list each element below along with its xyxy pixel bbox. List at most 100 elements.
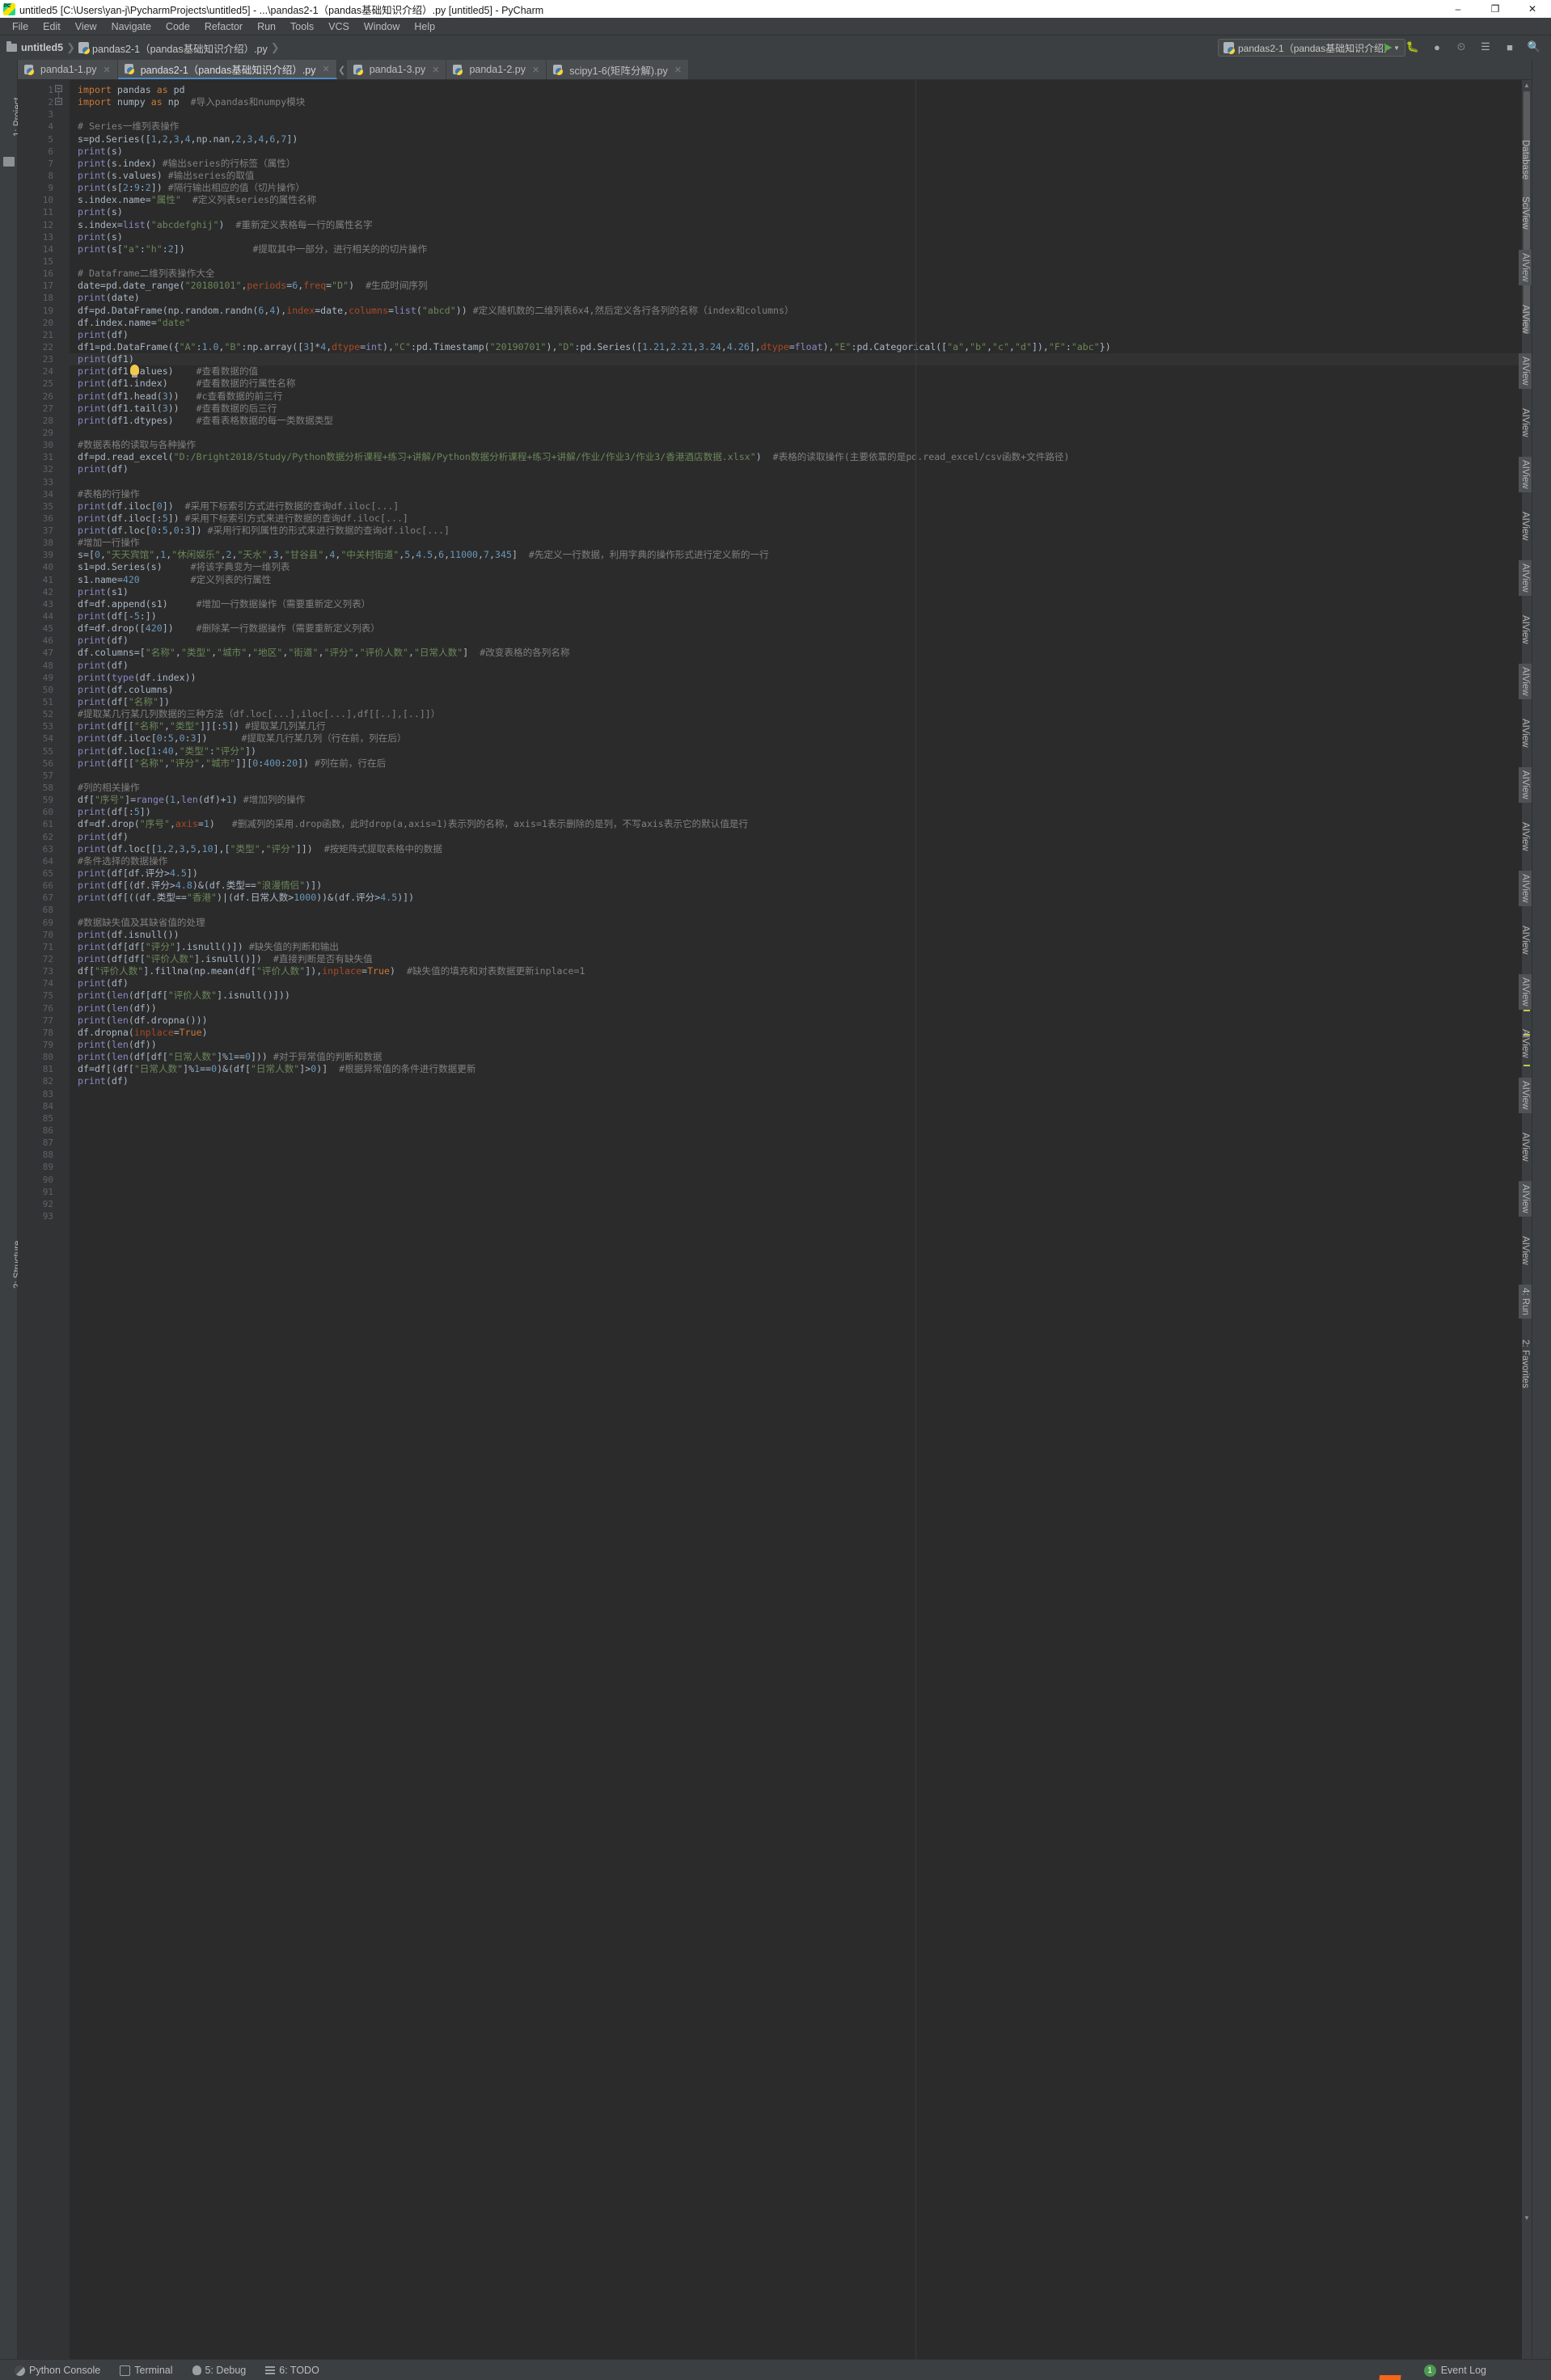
right-tool-aiview[interactable]: AIView [1519,767,1532,803]
code-line[interactable]: print(df1) [70,353,1522,366]
close-icon[interactable]: ✕ [323,64,330,74]
code-line[interactable]: df=pd.read_excel("D:/Bright2018/Study/Py… [70,451,1522,463]
code-line[interactable] [70,255,1522,268]
code-line[interactable]: print(len(df[df["日常人数"]%1==0])) #对于异常值的判… [70,1051,1522,1063]
code-line[interactable] [70,1161,1522,1173]
code-editor[interactable]: − − 1 2 3 4 5 6 7 8 9 10 11 12 13 14 15 16 17 18 19 20 21 22 2… [18,80,1532,2359]
bottom-tab-terminal[interactable]: Terminal [120,2365,173,2376]
right-tool-database[interactable]: Database [1519,137,1532,183]
code-line[interactable]: print(df[:5]) [70,806,1522,818]
menu-item-help[interactable]: Help [407,19,442,34]
code-line[interactable] [70,1198,1522,1210]
code-line[interactable]: df.columns=["名称","类型","城市","地区","街道","评分… [70,647,1522,659]
menu-item-run[interactable]: Run [250,19,283,34]
code-line[interactable]: print(df1.dtypes) #查看表格数据的每一类数据类型 [70,415,1522,427]
search-icon[interactable]: 🔍 [1525,38,1543,56]
code-line[interactable]: s1.name=420 #定义列表的行属性 [70,574,1522,586]
code-line[interactable]: import pandas as pd [70,84,1522,96]
warning-marker[interactable] [1524,1065,1530,1066]
line-number-gutter[interactable]: − − 1 2 3 4 5 6 7 8 9 10 11 12 13 14 15 16 17 18 19 20 21 22 2… [18,80,70,2359]
menu-item-navigate[interactable]: Navigate [104,19,158,34]
code-line[interactable]: print(df[(df.评分>4.8)&(df.类型=="浪漫情侣")]) [70,880,1522,892]
breadcrumb-file[interactable]: pandas2-1（pandas基础知识介绍）.py [92,40,268,56]
bottom-tab-python-console[interactable]: Python Console [15,2365,100,2376]
code-line[interactable]: s.index.name="属性" #定义列表series的属性名称 [70,194,1522,206]
code-line[interactable] [70,1112,1522,1125]
run-button[interactable]: ▶ [1380,38,1397,56]
scroll-up-icon[interactable]: ▲ [1523,82,1531,90]
code-line[interactable]: date=pd.date_range("20180101",periods=6,… [70,280,1522,292]
code-line[interactable] [70,108,1522,120]
menu-item-edit[interactable]: Edit [36,19,68,34]
menu-item-refactor[interactable]: Refactor [197,19,250,34]
code-line[interactable]: s.index=list("abcdefghij") #重新定义表格每一行的属性… [70,219,1522,231]
tab-scroll-left-icon[interactable]: ❮ [337,60,347,79]
code-line[interactable] [70,1174,1522,1186]
code-line[interactable]: df.dropna(inplace=True) [70,1027,1522,1039]
close-icon[interactable]: ✕ [104,65,111,75]
right-tool-aiview[interactable]: AIView [1519,1181,1532,1217]
code-line[interactable]: df=df.drop("序号",axis=1) #删减列的采用.drop函数，此… [70,818,1522,830]
code-line[interactable]: print(df1.index) #查看数据的行属性名称 [70,378,1522,390]
code-line[interactable]: print(df) [70,1075,1522,1087]
code-line[interactable] [70,770,1522,782]
code-line[interactable]: df=pd.DataFrame(np.random.randn(6,4),ind… [70,305,1522,317]
right-tool-aiview[interactable]: AIView [1519,508,1532,544]
bottom-tab-todo[interactable]: 6: TODO [265,2365,319,2376]
code-line[interactable]: print(s.index) #输出series的行标签（属性） [70,158,1522,170]
code-line[interactable]: print(len(df)) [70,1039,1522,1051]
code-line[interactable] [70,1088,1522,1100]
code-line[interactable]: print(len(df)) [70,1002,1522,1015]
close-icon[interactable]: ✕ [532,65,539,75]
code-line[interactable]: df1=pd.DataFrame({"A":1.0,"B":np.array([… [70,341,1522,353]
code-line[interactable]: df=df[(df["日常人数"]%1==0)&(df["日常人数"]>0)] … [70,1063,1522,1075]
scroll-down-icon[interactable]: ▼ [1523,2214,1531,2222]
code-line[interactable]: print(df.columns) [70,684,1522,696]
code-line[interactable]: print(df1.values) #查看数据的值 [70,365,1522,378]
tab-panda1-2[interactable]: panda1-2.py ✕ [446,60,547,79]
code-line[interactable] [70,1100,1522,1112]
code-line[interactable]: df=df.append(s1) #增加一行数据操作（需要重新定义列表） [70,598,1522,610]
right-tool-2-favorites[interactable]: 2: Favorites [1519,1336,1532,1391]
code-line[interactable]: print(df[((df.类型=="香港")|(df.日常人数>1000))&… [70,892,1522,904]
right-tool-4-run[interactable]: 4: Run [1519,1285,1532,1319]
code-line[interactable] [70,476,1522,488]
right-tool-aiview[interactable]: AIView [1519,1233,1532,1268]
code-line[interactable]: #表格的行操作 [70,488,1522,500]
fold-marker-1[interactable]: − [55,85,62,92]
code-line[interactable]: #数据表格的读取与各种操作 [70,439,1522,451]
code-line[interactable]: print(df1.tail(3)) #查看数据的后三行 [70,403,1522,415]
run-coverage-button[interactable]: ● [1428,38,1446,56]
debug-button[interactable]: 🐛 [1404,38,1422,56]
code-line[interactable]: print(s["a":"h":2]) #提取其中一部分，进行相关的的切片操作 [70,243,1522,255]
intention-bulb-icon[interactable] [130,365,139,378]
code-line[interactable]: print(df[df.评分>4.5]) [70,867,1522,880]
code-line[interactable]: print(s) [70,231,1522,243]
code-line[interactable]: print(len(df[df["评价人数"].isnull()])) [70,990,1522,1002]
tab-panda1-3[interactable]: panda1-3.py ✕ [346,60,447,79]
menu-item-window[interactable]: Window [357,19,407,34]
menu-item-tools[interactable]: Tools [283,19,321,34]
code-line[interactable]: print(df) [70,660,1522,672]
code-line[interactable]: # Series一维列表操作 [70,120,1522,133]
code-line[interactable] [70,1137,1522,1149]
right-tool-aiview[interactable]: AIView [1519,250,1532,285]
code-line[interactable]: print(s) [70,206,1522,218]
menu-item-view[interactable]: View [68,19,104,34]
code-line[interactable]: print(df) [70,831,1522,843]
right-tool-aiview[interactable]: AIView [1519,974,1532,1010]
menu-item-vcs[interactable]: VCS [321,19,357,34]
code-line[interactable]: print(df.loc[0:5,0:3]) #采用行和列属性的形式来进行数据的… [70,525,1522,537]
code-line[interactable]: #条件选择的数据操作 [70,855,1522,867]
code-line[interactable]: print(df["名称"]) [70,696,1522,708]
code-line[interactable]: print(df1.head(3)) #c查看数据的前三行 [70,390,1522,403]
right-tool-aiview[interactable]: AIView [1519,1026,1532,1061]
right-tool-aiview[interactable]: AIView [1519,819,1532,855]
right-tool-aiview[interactable]: AIView [1519,715,1532,751]
right-tool-aiview[interactable]: AIView [1519,664,1532,699]
close-icon[interactable]: ✕ [674,65,682,75]
warning-marker[interactable] [1524,1010,1530,1011]
right-tool-aiview[interactable]: AIView [1519,353,1532,389]
code-line[interactable] [70,904,1522,916]
breadcrumb-project[interactable]: untitled5 [21,42,63,53]
